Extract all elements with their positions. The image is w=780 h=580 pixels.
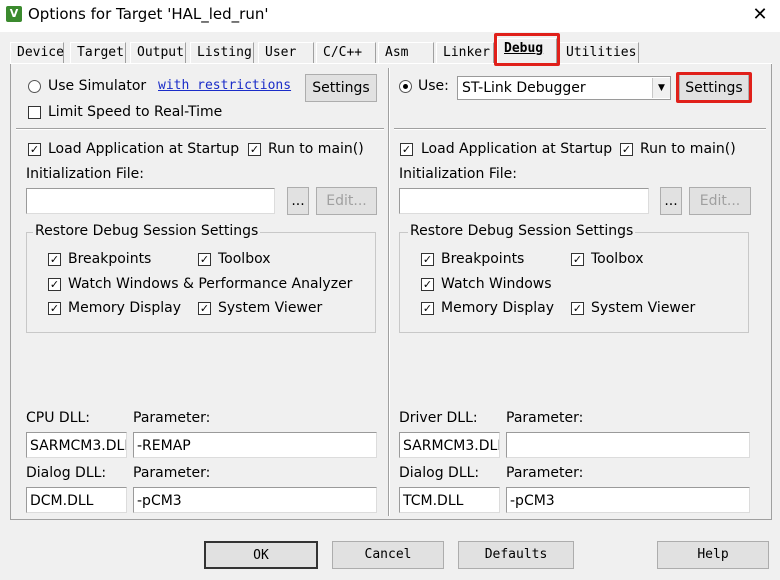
left-toolbox-checkbox[interactable]: ✓ (198, 253, 211, 266)
use-simulator-label[interactable]: Use Simulator (48, 78, 146, 94)
right-run-to-main-label[interactable]: Run to main() (640, 141, 736, 157)
right-memory-label[interactable]: Memory Display (441, 300, 554, 316)
tab-linker[interactable]: Linker (436, 42, 494, 64)
driver-param-label: Parameter: (506, 410, 584, 426)
cpu-param-input[interactable]: -REMAP (133, 432, 377, 458)
tab-utilities[interactable]: Utilities (559, 42, 639, 64)
right-edit-button[interactable]: Edit... (689, 187, 751, 215)
tab-target[interactable]: Target (70, 42, 126, 64)
use-simulator-radio[interactable] (28, 80, 41, 93)
column-divider (388, 68, 390, 516)
tab-asm[interactable]: Asm (378, 42, 434, 64)
left-dialog-dll-label: Dialog DLL: (26, 465, 107, 481)
left-separator (16, 128, 384, 130)
debugger-select[interactable]: ST-Link Debugger (457, 76, 671, 100)
right-init-file-input[interactable] (399, 188, 649, 214)
right-dialog-dll-input[interactable]: TCM.DLL (399, 487, 500, 513)
left-breakpoints-checkbox[interactable]: ✓ (48, 253, 61, 266)
right-load-app-label[interactable]: Load Application at Startup (421, 141, 612, 157)
driver-dll-input[interactable]: SARMCM3.DLL (399, 432, 500, 458)
left-init-file-label: Initialization File: (26, 166, 144, 182)
left-run-to-main-label[interactable]: Run to main() (268, 141, 364, 157)
left-run-to-main-checkbox[interactable]: ✓ (248, 143, 261, 156)
driver-param-input[interactable] (506, 432, 750, 458)
right-dialog-param-label: Parameter: (506, 465, 584, 481)
tab-baseline (10, 63, 772, 64)
left-memory-checkbox[interactable]: ✓ (48, 302, 61, 315)
simulator-settings-button[interactable]: Settings (305, 74, 377, 102)
debugger-settings-button[interactable]: Settings (679, 74, 749, 101)
cpu-dll-input[interactable]: SARMCM3.DLL (26, 432, 127, 458)
tab-output[interactable]: Output (130, 42, 186, 64)
left-browse-button[interactable]: ... (287, 187, 309, 215)
left-breakpoints-label[interactable]: Breakpoints (68, 251, 151, 267)
use-label[interactable]: Use: (418, 78, 449, 94)
right-restore-group-title: Restore Debug Session Settings (408, 223, 636, 239)
left-load-app-label[interactable]: Load Application at Startup (48, 141, 239, 157)
left-restore-group-title: Restore Debug Session Settings (33, 223, 261, 239)
right-load-app-checkbox[interactable]: ✓ (400, 143, 413, 156)
right-watch-checkbox[interactable]: ✓ (421, 278, 434, 291)
debugger-select-value: ST-Link Debugger (462, 80, 586, 96)
tab-debug[interactable]: Debug (497, 38, 557, 64)
left-watch-checkbox[interactable]: ✓ (48, 278, 61, 291)
right-watch-label[interactable]: Watch Windows (441, 276, 552, 292)
defaults-button[interactable]: Defaults (458, 541, 574, 569)
left-dialog-dll-input[interactable]: DCM.DLL (26, 487, 127, 513)
use-debugger-radio[interactable] (399, 80, 412, 93)
right-run-to-main-checkbox[interactable]: ✓ (620, 143, 633, 156)
left-system-viewer-label[interactable]: System Viewer (218, 300, 322, 316)
right-separator (394, 128, 766, 130)
right-system-viewer-checkbox[interactable]: ✓ (571, 302, 584, 315)
close-icon[interactable]: ✕ (746, 2, 774, 28)
cpu-param-label: Parameter: (133, 410, 211, 426)
ok-button[interactable]: OK (204, 541, 318, 569)
keil-app-icon: V (6, 6, 22, 22)
right-dialog-dll-label: Dialog DLL: (399, 465, 480, 481)
help-button[interactable]: Help (657, 541, 769, 569)
left-toolbox-label[interactable]: Toolbox (218, 251, 271, 267)
window-title: Options for Target 'HAL_led_run' (28, 5, 269, 23)
left-init-file-input[interactable] (26, 188, 275, 214)
left-dialog-param-label: Parameter: (133, 465, 211, 481)
limit-speed-checkbox[interactable] (28, 106, 41, 119)
tab-listing[interactable]: Listing (190, 42, 254, 64)
tab-user[interactable]: User (258, 42, 314, 64)
limit-speed-label[interactable]: Limit Speed to Real-Time (48, 104, 222, 120)
right-browse-button[interactable]: ... (660, 187, 682, 215)
right-dialog-param-input[interactable]: -pCM3 (506, 487, 750, 513)
left-memory-label[interactable]: Memory Display (68, 300, 181, 316)
left-watch-label[interactable]: Watch Windows & Performance Analyzer (68, 276, 352, 292)
tab-c-cpp[interactable]: C/C++ (316, 42, 376, 64)
right-system-viewer-label[interactable]: System Viewer (591, 300, 695, 316)
left-edit-button[interactable]: Edit... (316, 187, 377, 215)
cpu-dll-label: CPU DLL: (26, 410, 91, 426)
chevron-down-icon[interactable]: ▼ (652, 78, 670, 98)
right-memory-checkbox[interactable]: ✓ (421, 302, 434, 315)
left-load-app-checkbox[interactable]: ✓ (28, 143, 41, 156)
tab-device[interactable]: Device (10, 42, 64, 64)
right-breakpoints-label[interactable]: Breakpoints (441, 251, 524, 267)
driver-dll-label: Driver DLL: (399, 410, 478, 426)
right-toolbox-checkbox[interactable]: ✓ (571, 253, 584, 266)
right-init-file-label: Initialization File: (399, 166, 517, 182)
right-toolbox-label[interactable]: Toolbox (591, 251, 644, 267)
cancel-button[interactable]: Cancel (332, 541, 444, 569)
right-breakpoints-checkbox[interactable]: ✓ (421, 253, 434, 266)
with-restrictions-link[interactable]: with restrictions (158, 78, 291, 93)
left-system-viewer-checkbox[interactable]: ✓ (198, 302, 211, 315)
left-dialog-param-input[interactable]: -pCM3 (133, 487, 377, 513)
